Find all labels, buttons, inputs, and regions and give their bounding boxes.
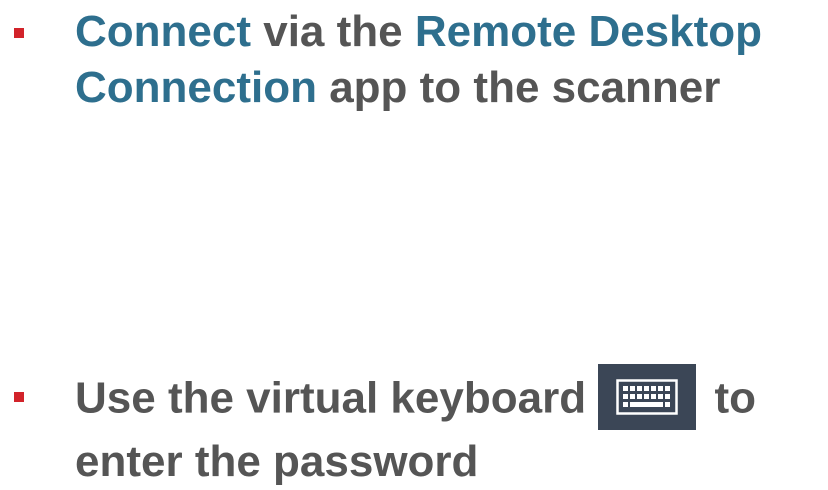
plain-text: Use the virtual keyboard bbox=[75, 373, 599, 423]
plain-text: enter the password bbox=[75, 437, 479, 486]
bullet-marker bbox=[14, 28, 24, 38]
text-line-1: Connect via the Remote Desktop bbox=[75, 4, 822, 60]
highlight-remote-desktop: Remote Desktop bbox=[414, 7, 763, 56]
text-line-2: Connection app to the scanner bbox=[75, 60, 822, 116]
bullet-marker bbox=[14, 392, 24, 402]
bullet-text: Use the virtual keyboard to enter the pa… bbox=[75, 364, 822, 490]
keyboard-icon bbox=[598, 364, 697, 430]
highlight-connect: Connect bbox=[75, 7, 251, 56]
bullet-text: Connect via the Remote Desktop Connectio… bbox=[75, 4, 822, 116]
plain-text: app to the scanner bbox=[316, 63, 721, 112]
plain-text: via the bbox=[251, 7, 415, 56]
plain-text: to bbox=[702, 373, 757, 423]
text-line-1: Use the virtual keyboard to bbox=[75, 364, 822, 434]
highlight-connection: Connection bbox=[75, 63, 317, 112]
